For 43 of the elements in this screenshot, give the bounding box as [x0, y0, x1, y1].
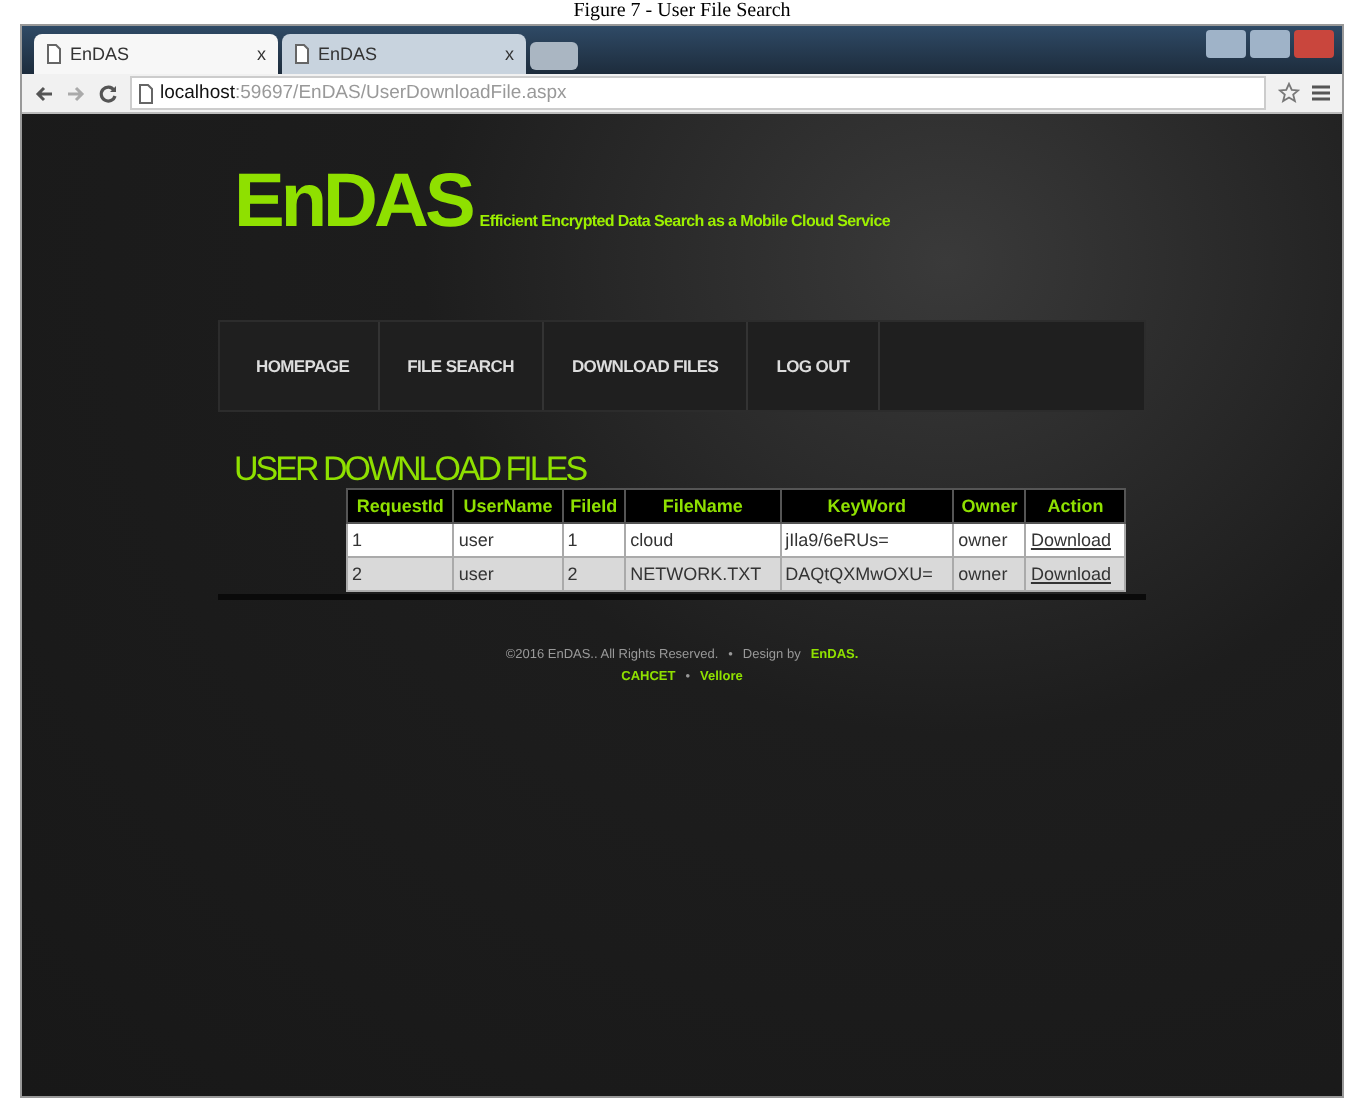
nav-link[interactable]: DOWNLOAD FILES [543, 322, 749, 410]
table-cell: 2 [347, 557, 454, 591]
column-header: UserName [453, 489, 563, 523]
address-field[interactable]: localhost:59697/EnDAS/UserDownloadFile.aspx [130, 76, 1266, 110]
column-header: KeyWord [780, 489, 954, 523]
table-cell: user [453, 557, 563, 591]
close-tab-button[interactable]: x [505, 44, 514, 64]
table-cell: owner [953, 523, 1026, 557]
table-cell: 1 [347, 523, 454, 557]
page-icon [294, 44, 310, 64]
star-icon[interactable] [1278, 82, 1300, 104]
column-header: Action [1025, 489, 1125, 523]
download-link[interactable]: Download [1030, 530, 1111, 550]
table-cell: DAQtQXMwOXU= [780, 557, 954, 591]
download-link[interactable]: Download [1030, 564, 1111, 584]
table-cell: jIla9/6eRUs= [780, 523, 954, 557]
column-header: FileId [562, 489, 626, 523]
reload-icon[interactable] [98, 83, 118, 103]
table-cell: 1 [562, 523, 626, 557]
close-tab-button[interactable]: x [257, 44, 266, 64]
back-icon[interactable] [34, 83, 54, 103]
nav-link[interactable]: HOMEPAGE [228, 322, 380, 410]
nav-link[interactable]: LOG OUT [748, 322, 880, 410]
nav-link[interactable]: FILE SEARCH [379, 322, 544, 410]
page-icon [46, 44, 62, 64]
forward-icon[interactable] [66, 83, 86, 103]
column-header: Owner [953, 489, 1026, 523]
table-cell: 2 [562, 557, 626, 591]
browser-tab[interactable]: EnDAS x [282, 34, 526, 74]
figure-caption: Figure 7 - User File Search [573, 0, 791, 24]
page-icon [138, 83, 154, 103]
section-title: USER DOWNLOAD FILES [234, 452, 589, 488]
table-cell: user [453, 523, 563, 557]
menu-icon[interactable] [1312, 84, 1330, 102]
table-cell: cloud [625, 523, 781, 557]
table-cell: owner [953, 557, 1026, 591]
browser-tab[interactable]: EnDAS x [34, 34, 278, 74]
column-header: FileName [625, 489, 781, 523]
logo: EnDAS [234, 164, 472, 240]
tagline: Efficient Encrypted Data Search as a Mobile Cloud Service [479, 212, 890, 230]
url-text: localhost:59697/EnDAS/UserDownloadFile.aspx [160, 82, 567, 104]
table-cell: NETWORK.TXT [625, 557, 781, 591]
column-header: RequestId [347, 489, 454, 523]
